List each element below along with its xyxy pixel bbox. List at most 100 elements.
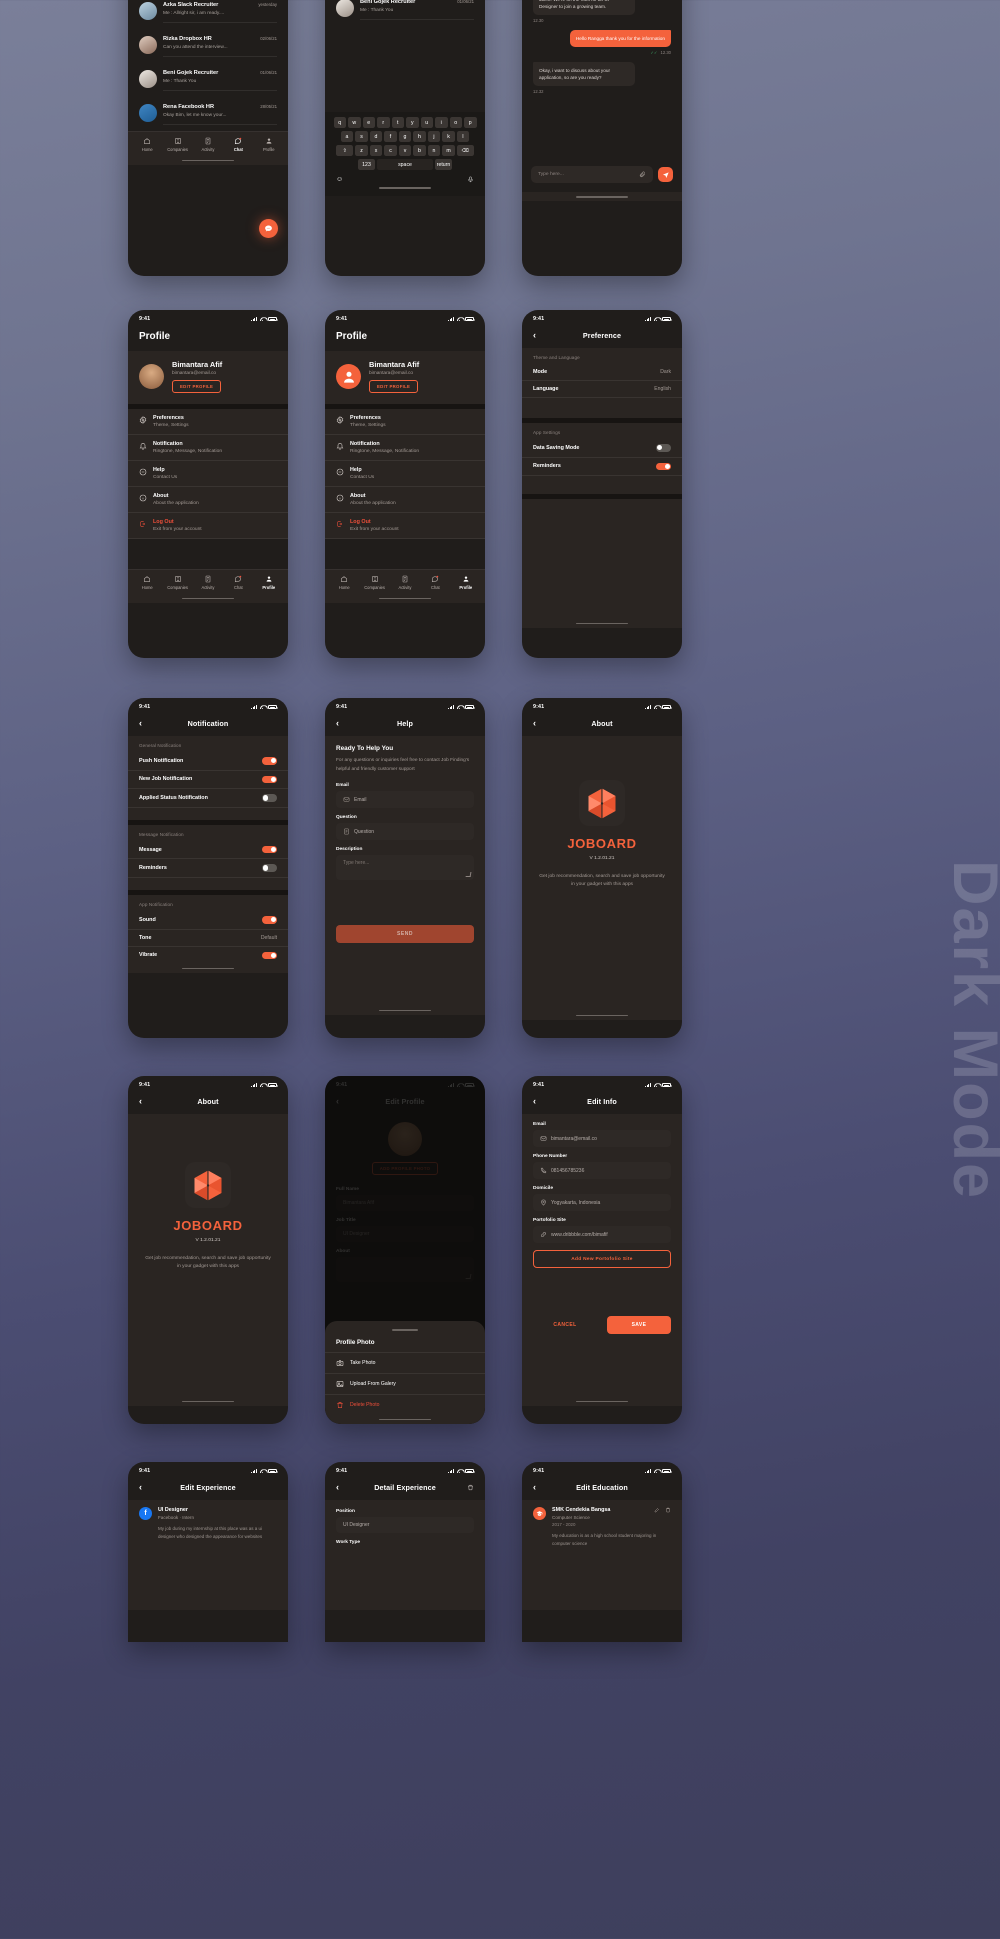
key-c[interactable]: c — [384, 145, 397, 156]
key-w[interactable]: w — [348, 117, 361, 128]
option-delete-photo[interactable]: Delete Photo — [325, 1394, 485, 1415]
edit-icon[interactable] — [654, 1507, 660, 1513]
menu-item-logout[interactable]: Log Out Exit from your account — [325, 513, 485, 539]
row-reminders[interactable]: Reminders — [128, 859, 288, 878]
bottom-tabbar[interactable]: Home Companies Activity Chat Profile — [128, 569, 288, 595]
key-g[interactable]: g — [398, 131, 412, 142]
option-take-photo[interactable]: Take Photo — [325, 1352, 485, 1373]
bottom-tabbar[interactable]: Home Companies Activity Chat Profile — [128, 131, 288, 157]
chat-list-item[interactable]: Beni Gojek Recruiter 01/06/21 Me : Thank… — [325, 0, 485, 26]
question-field[interactable]: Question — [336, 823, 474, 841]
sound-toggle[interactable] — [262, 915, 277, 924]
option-upload-gallery[interactable]: Upload From Galery — [325, 1373, 485, 1394]
key-s[interactable]: s — [355, 131, 368, 142]
row-applied-status-notification[interactable]: Applied Status Notification — [128, 789, 288, 808]
chat-list-item[interactable]: Rizka Dropbox HR 02/06/21 Can you attend… — [128, 29, 288, 63]
email-field[interactable]: bimantara@email.co — [533, 1130, 671, 1147]
row-tone[interactable]: Tone Default — [128, 930, 288, 947]
key-i[interactable]: i — [435, 117, 448, 128]
tab-home[interactable]: Home — [132, 137, 162, 152]
tab-home[interactable]: Home — [329, 575, 359, 590]
key-l[interactable]: l — [456, 131, 470, 142]
tab-profile[interactable]: Profile — [451, 575, 481, 590]
menu-item-notification[interactable]: Notification Ringtone, Message, Notifica… — [325, 435, 485, 461]
key-p[interactable]: p — [464, 117, 477, 128]
keyboard-row-1[interactable]: q w e r t y u i o p — [328, 117, 482, 128]
push-notification-toggle[interactable] — [262, 757, 277, 765]
edit-profile-button[interactable]: EDIT PROFILE — [369, 380, 419, 393]
row-reminders[interactable]: Reminders — [522, 458, 682, 477]
trash-icon[interactable] — [665, 1507, 671, 1513]
portfolio-field[interactable]: www.dribbble.com/bimafif — [533, 1226, 671, 1243]
tab-home[interactable]: Home — [132, 575, 162, 590]
key-f[interactable]: f — [384, 131, 397, 142]
reminders-toggle[interactable] — [656, 462, 671, 471]
tab-activity[interactable]: Activity — [193, 137, 223, 152]
key-o[interactable]: o — [449, 117, 462, 128]
key-v[interactable]: v — [398, 145, 412, 156]
description-field[interactable]: Type here... — [336, 855, 474, 881]
menu-item-help[interactable]: Help Contact Us — [128, 461, 288, 487]
tab-chat[interactable]: Chat — [223, 575, 253, 590]
row-data-saving[interactable]: Data Saving Mode — [522, 439, 682, 458]
keyboard-row-2[interactable]: a s d f g h j k l — [328, 131, 482, 142]
key-y[interactable]: y — [406, 117, 419, 128]
trash-icon[interactable] — [467, 1484, 474, 1491]
mic-icon[interactable] — [467, 176, 474, 183]
menu-item-notification[interactable]: Notification Ringtone, Message, Notifica… — [128, 435, 288, 461]
applied-status-toggle[interactable] — [262, 794, 277, 802]
add-portfolio-button[interactable]: Add New Portofolio Site — [533, 1250, 671, 1268]
key-z[interactable]: z — [355, 145, 368, 156]
key-e[interactable]: e — [362, 117, 375, 128]
tab-companies[interactable]: Companies — [162, 137, 192, 152]
vibrate-toggle[interactable] — [262, 951, 277, 960]
row-new-job-notification[interactable]: New Job Notification — [128, 771, 288, 790]
return-key[interactable]: return — [435, 159, 452, 170]
menu-item-logout[interactable]: Log Out Exit from your account — [128, 513, 288, 539]
new-job-notification-toggle[interactable] — [262, 775, 277, 784]
menu-item-help[interactable]: Help Contact Us — [325, 461, 485, 487]
new-chat-icon[interactable] — [259, 219, 278, 238]
key-u[interactable]: u — [420, 117, 433, 128]
tab-activity[interactable]: Activity — [390, 575, 420, 590]
row-vibrate[interactable]: Vibrate — [128, 947, 288, 965]
key-m[interactable]: m — [442, 145, 455, 156]
key-r[interactable]: r — [377, 117, 390, 128]
key-d[interactable]: d — [369, 131, 383, 142]
row-mode[interactable]: Mode Dark — [522, 364, 682, 381]
row-language[interactable]: Language English — [522, 381, 682, 398]
keyboard-row-3[interactable]: ⇧ z x c v b n m ⌫ — [328, 145, 482, 156]
education-item[interactable]: SMK Cendekia Bangsa Computer Science 201… — [533, 1507, 671, 1547]
onscreen-keyboard[interactable]: q w e r t y u i o p a s d f g h j k l ⇧ … — [325, 112, 485, 196]
key-b[interactable]: b — [413, 145, 426, 156]
bottom-tabbar[interactable]: Home Companies Activity Chat Profile — [325, 569, 485, 595]
chat-list-item[interactable]: Azka Slack Recruiter yesterday Me : Allr… — [128, 0, 288, 29]
send-icon[interactable] — [658, 167, 673, 183]
key-q[interactable]: q — [333, 117, 346, 128]
phone-field[interactable]: 081456785236 — [533, 1162, 671, 1179]
message-composer[interactable]: Type here... — [522, 159, 682, 192]
sheet-grabber[interactable] — [392, 1329, 418, 1331]
reminders-toggle[interactable] — [262, 864, 277, 872]
chat-list-item[interactable]: Beni Gojek Recruiter 01/06/21 Me : Thank… — [128, 63, 288, 97]
paperclip-icon[interactable] — [639, 171, 646, 178]
menu-item-about[interactable]: About About the application — [128, 487, 288, 513]
send-button[interactable]: SEND — [336, 925, 474, 944]
menu-item-about[interactable]: About About the application — [325, 487, 485, 513]
tab-companies[interactable]: Companies — [162, 575, 192, 590]
key-k[interactable]: k — [442, 131, 455, 142]
key-n[interactable]: n — [427, 145, 441, 156]
tab-chat[interactable]: Chat — [420, 575, 450, 590]
row-sound[interactable]: Sound — [128, 911, 288, 930]
chat-list-item[interactable]: Rena Facebook HR 28/05/21 Okay Bim, let … — [128, 97, 288, 131]
key-a[interactable]: a — [340, 131, 354, 142]
edit-profile-button[interactable]: EDIT PROFILE — [172, 380, 222, 393]
tab-companies[interactable]: Companies — [359, 575, 389, 590]
row-message[interactable]: Message — [128, 841, 288, 860]
email-field[interactable]: Email — [336, 791, 474, 809]
data-saving-toggle[interactable] — [656, 444, 671, 452]
keyboard-row-4[interactable]: 123 space return — [328, 159, 482, 170]
domicile-field[interactable]: Yogyakarta, Indonesia — [533, 1194, 671, 1211]
shift-key[interactable]: ⇧ — [336, 145, 354, 156]
tab-profile[interactable]: Profile — [254, 575, 284, 590]
